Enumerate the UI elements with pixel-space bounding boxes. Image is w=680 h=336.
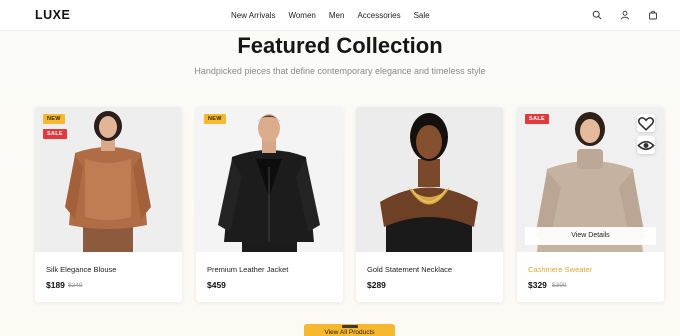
header-icons [590,8,660,22]
nav-item-sale[interactable]: Sale [414,11,430,20]
user-icon[interactable] [618,8,632,22]
product-name[interactable]: Cashmere Sweater [528,265,592,274]
button-handle [342,325,358,328]
product-image[interactable]: SALE View Details [517,107,664,252]
product-old-price: $399 [552,282,567,289]
product-price: $329 [528,280,547,290]
product-card[interactable]: NEW Premium Leather Jacket $459 [196,107,343,302]
product-image[interactable]: NEW [196,107,343,252]
view-all-products-button[interactable]: View All Products [304,324,395,336]
product-image[interactable]: NEW SALE [35,107,182,252]
bag-icon[interactable] [646,8,660,22]
badge-new: NEW [43,114,65,124]
product-card[interactable]: NEW SALE Silk Elegance Blouse $189 $249 [35,107,182,302]
main-nav: New Arrivals Women Men Accessories Sale [231,11,430,20]
top-navigation-bar: LUXE New Arrivals Women Men Accessories … [0,0,680,31]
nav-item-new-arrivals[interactable]: New Arrivals [231,11,275,20]
quick-view-eye-icon[interactable] [637,136,655,154]
product-card[interactable]: Gold Statement Necklace $289 [356,107,503,302]
product-name[interactable]: Gold Statement Necklace [367,265,452,274]
badge-new: NEW [204,114,226,124]
section-title: Featured Collection [237,33,443,58]
brand-logo[interactable]: LUXE [35,8,70,22]
view-all-label: View All Products [324,329,375,336]
view-details-button[interactable]: View Details [525,227,656,245]
badge-sale: SALE [525,114,549,124]
product-name[interactable]: Silk Elegance Blouse [46,265,116,274]
nav-item-women[interactable]: Women [288,11,315,20]
product-image[interactable] [356,107,503,252]
product-price: $289 [367,280,386,290]
search-icon[interactable] [590,8,604,22]
product-name[interactable]: Premium Leather Jacket [207,265,288,274]
nav-item-accessories[interactable]: Accessories [357,11,400,20]
nav-item-men[interactable]: Men [329,11,345,20]
badge-sale: SALE [43,129,67,139]
product-price: $189 [46,280,65,290]
product-price: $459 [207,280,226,290]
product-old-price: $249 [68,282,83,289]
section-subtitle: Handpicked pieces that define contempora… [194,66,486,76]
product-card[interactable]: SALE View Details Cashmere Sweater $329 … [517,107,664,302]
